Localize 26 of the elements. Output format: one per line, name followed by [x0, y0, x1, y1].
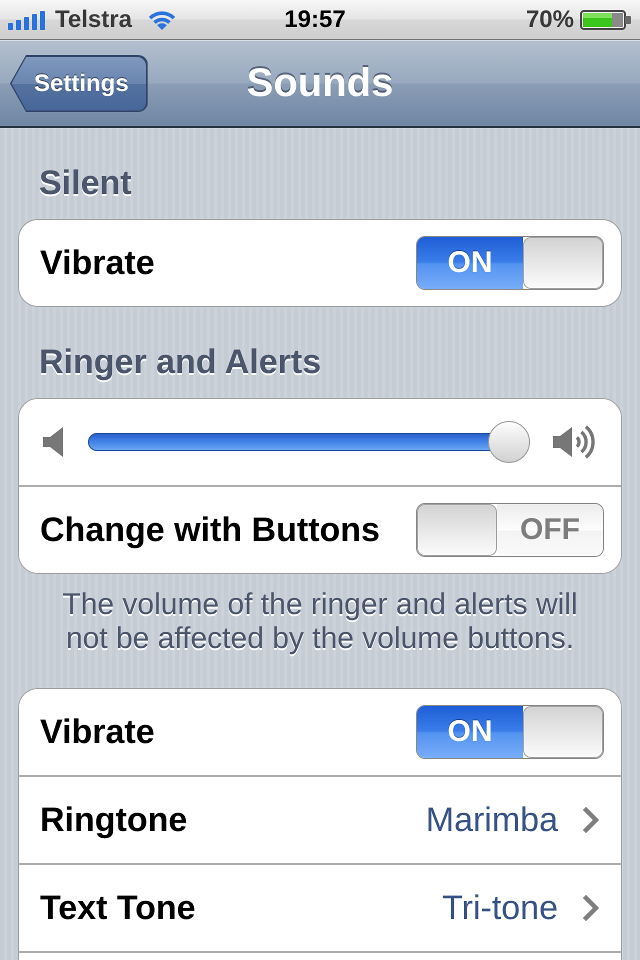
chevron-icon — [583, 807, 599, 833]
carrier-name: Telstra — [55, 6, 132, 34]
section-header: Silent — [38, 163, 132, 203]
toggle-switch[interactable]: ON — [416, 705, 604, 759]
footer-note: The volume of the ringer and alerts will not be affected by the volume buttons. — [61, 588, 579, 656]
row-label: Vibrate — [40, 712, 155, 752]
row-label: Change with Buttons — [40, 510, 380, 550]
signal-bars-icon — [8, 9, 45, 30]
row-label: Ringtone — [40, 800, 188, 840]
battery-percent: 70% — [526, 6, 574, 34]
row-label: Vibrate — [40, 244, 155, 282]
row-value: Tri-tone — [442, 888, 558, 928]
slider-thumb[interactable] — [488, 421, 530, 463]
screen-title: Sounds — [246, 61, 394, 106]
clock-time: 19:57 — [284, 6, 346, 34]
battery-icon — [580, 10, 632, 30]
section-header: Ringer and Alerts — [38, 342, 322, 382]
speaker-icon — [43, 427, 63, 457]
chevron-icon — [583, 895, 599, 921]
row-label: Text Tone — [40, 888, 196, 928]
toggle-switch[interactable]: OFF — [416, 503, 604, 557]
volume-slider-track[interactable] — [88, 421, 530, 463]
wifi-icon — [146, 8, 177, 30]
row-value: Marimba — [426, 800, 558, 840]
toggle-switch[interactable]: ON — [416, 236, 604, 290]
back-button[interactable]: Settings — [10, 55, 148, 112]
